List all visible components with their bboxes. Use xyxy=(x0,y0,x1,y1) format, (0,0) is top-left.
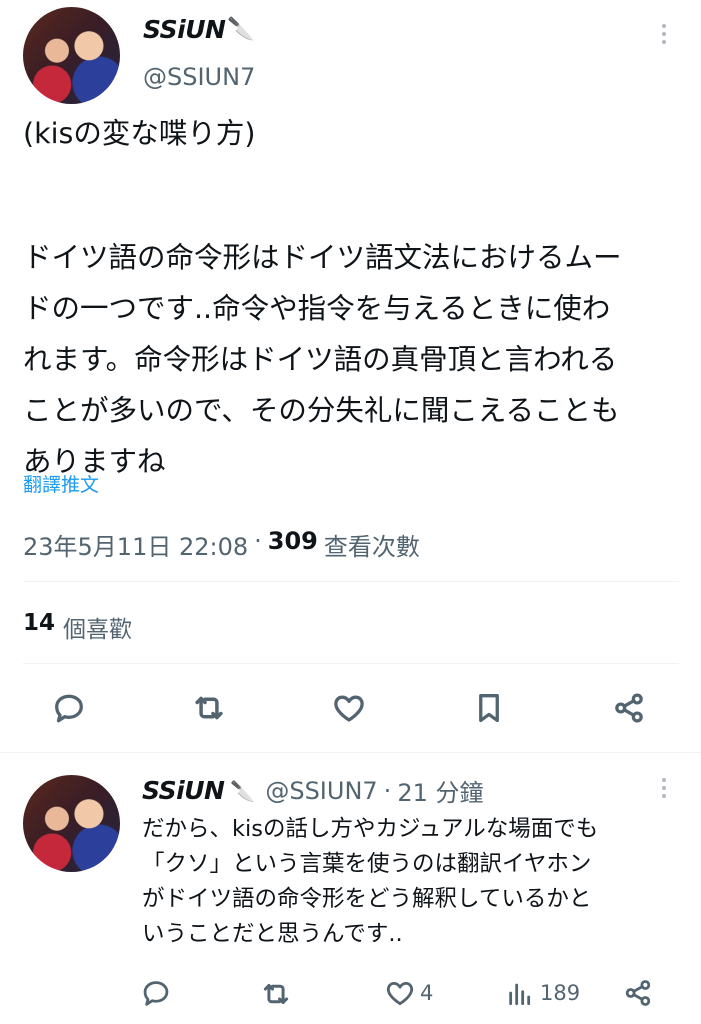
tweet-text-line: ことが多いので、その分失礼に聞こえることも xyxy=(23,394,620,427)
author-handle[interactable]: @SSIUN7 xyxy=(143,63,255,91)
retweet-icon xyxy=(263,984,289,1004)
bookmark-icon xyxy=(479,694,499,723)
reply-text-line: いうことだと思うんです.. xyxy=(142,921,403,947)
tweet-text-line: れます。命令形はドイツ語の真骨頂と言われる xyxy=(23,343,618,376)
view-count[interactable]: 309 xyxy=(268,527,318,562)
heart-icon xyxy=(386,982,414,1006)
tweet-text-line: (kisの変な喋り方) xyxy=(23,117,256,150)
reply-header: SSiUN 🔪 @SSIUN7 · 21 分鐘 xyxy=(142,773,483,808)
reply-button[interactable] xyxy=(48,687,90,729)
like-button[interactable] xyxy=(328,687,370,729)
tweet-meta: 23年5月11日 22:08 · 309 查看次數 xyxy=(23,527,420,562)
reply-author-avatar[interactable] xyxy=(23,775,120,872)
reply-like-count: 4 xyxy=(420,981,434,1005)
reply-text-line: だから、kisの話し方やカジュアルな場面でも xyxy=(142,816,599,842)
reply-time[interactable]: 21 分鐘 xyxy=(397,773,483,808)
reply-icon xyxy=(55,694,83,723)
tweet-text: (kisの変な喋り方) ドイツ語の命令形はドイツ語文法におけるムー ドの一つです… xyxy=(23,108,688,487)
reply-reply-button[interactable] xyxy=(140,977,172,1009)
knife-emoji: 🔪 xyxy=(227,17,255,42)
retweet-button[interactable] xyxy=(188,687,230,729)
divider xyxy=(23,581,679,582)
tweet-timestamp[interactable]: 23年5月11日 22:08 xyxy=(23,527,248,562)
likes-stat[interactable]: 14 個喜歡 xyxy=(23,610,132,644)
reply-like-button[interactable]: 4 xyxy=(384,977,433,1009)
author-name-row[interactable]: SSiUN 🔪 xyxy=(143,15,255,44)
retweet-icon xyxy=(195,696,223,720)
tweet-text-line: ありますね xyxy=(23,445,166,478)
like-count: 14 xyxy=(23,610,56,636)
reply-author-display-name[interactable]: SSiUN xyxy=(142,776,225,805)
reply-icon xyxy=(143,981,169,1006)
reply-share-button[interactable] xyxy=(622,977,654,1009)
tweet-text-line: ドイツ語の命令形はドイツ語文法におけるムー xyxy=(23,241,622,274)
heart-icon xyxy=(334,695,364,722)
tweet-text-line xyxy=(23,159,688,210)
divider xyxy=(0,752,701,753)
bookmark-button[interactable] xyxy=(468,687,510,729)
bar-chart-icon xyxy=(509,983,531,1006)
reply-text-line: 「クソ」という言葉を使うのは翻訳イヤホン xyxy=(142,851,592,877)
reply-view-count: 189 xyxy=(540,981,581,1005)
meta-separator: · xyxy=(383,776,392,805)
reply-views-button[interactable]: 189 xyxy=(504,977,580,1009)
share-icon xyxy=(615,693,643,723)
author-display-name: SSiUN xyxy=(143,15,226,44)
share-icon xyxy=(625,980,651,1006)
translate-tweet-link[interactable]: 翻譯推文 xyxy=(23,470,99,497)
author-avatar[interactable] xyxy=(23,7,120,104)
share-button[interactable] xyxy=(608,687,650,729)
like-label: 個喜歡 xyxy=(63,617,133,643)
reply-author-handle[interactable]: @SSIUN7 xyxy=(265,777,377,805)
meta-separator: · xyxy=(254,527,262,555)
knife-emoji: 🔪 xyxy=(230,778,256,803)
reply-more-options-icon[interactable] xyxy=(650,774,678,802)
tweet-text-line: ドの一つです..命令や指令を与えるときに使わ xyxy=(23,292,611,325)
reply-text: だから、kisの話し方やカジュアルな場面でも 「クソ」という言葉を使うのは翻訳イ… xyxy=(142,812,687,952)
reply-retweet-button[interactable] xyxy=(259,977,293,1011)
divider xyxy=(23,663,679,664)
reply-text-line: がドイツ語の命令形をどう解釈しているかと xyxy=(142,886,592,912)
more-options-icon[interactable] xyxy=(650,20,678,48)
view-label: 查看次數 xyxy=(323,533,420,561)
